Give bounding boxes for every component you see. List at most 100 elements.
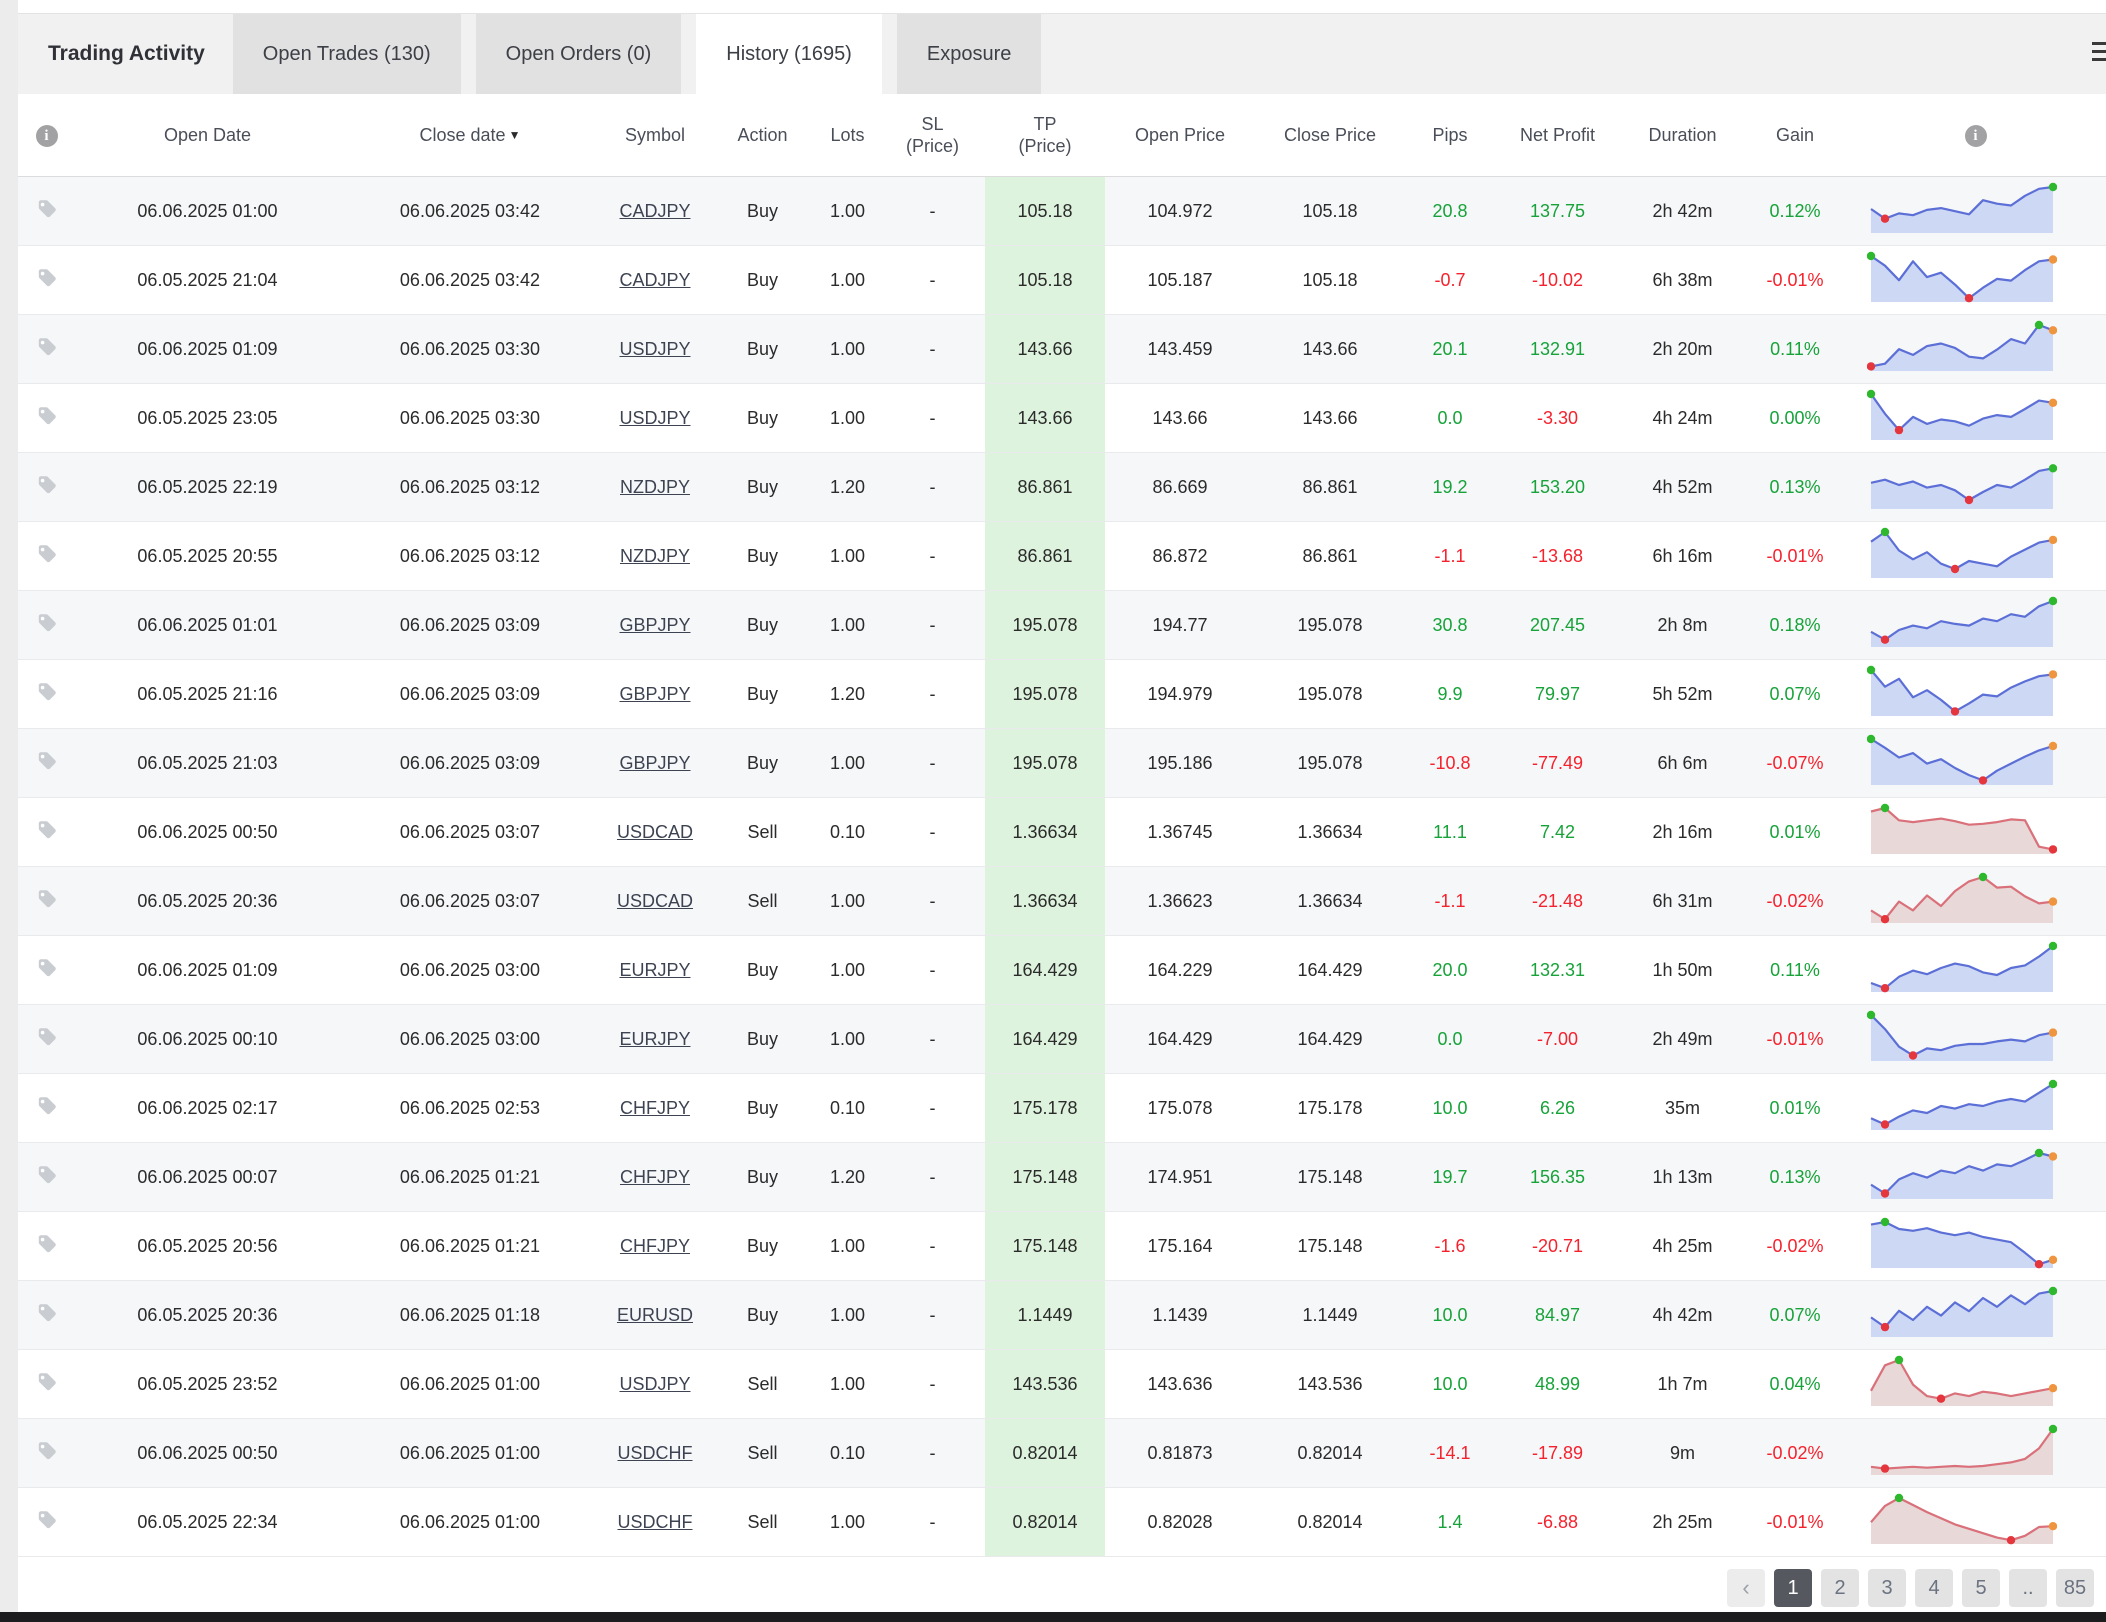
chart-cell xyxy=(1845,1350,2106,1419)
action-cell: Buy xyxy=(710,729,815,798)
lots-cell: 1.00 xyxy=(815,315,880,384)
header-lots[interactable]: Lots xyxy=(815,94,880,177)
header-close-price[interactable]: Close Price xyxy=(1255,94,1405,177)
lots-cell: 1.20 xyxy=(815,660,880,729)
tag-icon[interactable] xyxy=(35,542,59,566)
tag-icon[interactable] xyxy=(35,818,59,842)
header-pips[interactable]: Pips xyxy=(1405,94,1495,177)
symbol-link[interactable]: CHFJPY xyxy=(620,1236,690,1256)
tag-icon[interactable] xyxy=(35,197,59,221)
tag-icon[interactable] xyxy=(35,749,59,773)
symbol-cell: EURJPY xyxy=(600,936,710,1005)
symbol-link[interactable]: USDJPY xyxy=(619,408,690,428)
open-date-cell: 06.06.2025 01:00 xyxy=(75,177,340,246)
open-date-cell: 06.05.2025 20:36 xyxy=(75,867,340,936)
header-open-price[interactable]: Open Price xyxy=(1105,94,1255,177)
table-row: 06.05.2025 22:3406.06.2025 01:00USDCHFSe… xyxy=(18,1488,2106,1557)
symbol-link[interactable]: USDCAD xyxy=(617,891,693,911)
trade-sparkline xyxy=(1867,1147,2057,1203)
sl-price-cell: - xyxy=(880,453,985,522)
gain-cell: -0.02% xyxy=(1745,1419,1845,1488)
tag-icon[interactable] xyxy=(35,1232,59,1256)
symbol-link[interactable]: CHFJPY xyxy=(620,1098,690,1118)
symbol-link[interactable]: EURUSD xyxy=(617,1305,693,1325)
tab-trading-activity[interactable]: Trading Activity xyxy=(18,14,233,94)
symbol-link[interactable]: USDJPY xyxy=(619,339,690,359)
symbol-link[interactable]: CADJPY xyxy=(619,201,690,221)
open-date-cell: 06.05.2025 22:34 xyxy=(75,1488,340,1557)
info-icon[interactable]: i xyxy=(36,125,58,147)
header-open-date[interactable]: Open Date xyxy=(75,94,340,177)
sl-price-cell: - xyxy=(880,522,985,591)
symbol-link[interactable]: CHFJPY xyxy=(620,1167,690,1187)
tab-open-orders[interactable]: Open Orders (0) xyxy=(476,14,682,94)
close-price-cell: 1.36634 xyxy=(1255,867,1405,936)
tag-icon[interactable] xyxy=(35,335,59,359)
symbol-link[interactable]: GBPJPY xyxy=(619,753,690,773)
header-net-profit[interactable]: Net Profit xyxy=(1495,94,1620,177)
header-symbol[interactable]: Symbol xyxy=(600,94,710,177)
sl-price-cell: - xyxy=(880,1281,985,1350)
symbol-link[interactable]: NZDJPY xyxy=(620,546,690,566)
symbol-link[interactable]: USDJPY xyxy=(619,1374,690,1394)
tag-cell xyxy=(18,1281,75,1350)
sl-price-cell: - xyxy=(880,660,985,729)
symbol-cell: EURJPY xyxy=(600,1005,710,1074)
header-tp-price[interactable]: TP(Price) xyxy=(985,94,1105,177)
close-price-cell: 175.148 xyxy=(1255,1212,1405,1281)
symbol-link[interactable]: CADJPY xyxy=(619,270,690,290)
menu-hamburger-icon[interactable] xyxy=(2092,42,2106,68)
symbol-link[interactable]: NZDJPY xyxy=(620,477,690,497)
open-price-cell: 104.972 xyxy=(1105,177,1255,246)
info-icon[interactable]: i xyxy=(1965,125,1987,147)
tag-icon[interactable] xyxy=(35,680,59,704)
pagination-page-2[interactable]: 2 xyxy=(1821,1569,1859,1607)
tag-icon[interactable] xyxy=(35,1301,59,1325)
symbol-link[interactable]: USDCHF xyxy=(618,1512,693,1532)
symbol-link[interactable]: USDCHF xyxy=(618,1443,693,1463)
tag-icon[interactable] xyxy=(35,1439,59,1463)
tab-history[interactable]: History (1695) xyxy=(696,14,882,94)
pagination-page-1[interactable]: 1 xyxy=(1774,1569,1812,1607)
symbol-link[interactable]: EURJPY xyxy=(619,1029,690,1049)
chart-cell xyxy=(1845,177,2106,246)
lots-cell: 1.00 xyxy=(815,936,880,1005)
tag-icon[interactable] xyxy=(35,1163,59,1187)
header-sl-price[interactable]: SL(Price) xyxy=(880,94,985,177)
pagination-page-5[interactable]: 5 xyxy=(1962,1569,2000,1607)
tag-icon[interactable] xyxy=(35,266,59,290)
open-date-cell: 06.05.2025 23:52 xyxy=(75,1350,340,1419)
pagination-page-..[interactable]: .. xyxy=(2009,1569,2047,1607)
header-close-date[interactable]: Close date▼ xyxy=(340,94,600,177)
header-gain[interactable]: Gain xyxy=(1745,94,1845,177)
symbol-link[interactable]: GBPJPY xyxy=(619,684,690,704)
tag-cell xyxy=(18,522,75,591)
lots-cell: 1.00 xyxy=(815,522,880,591)
tag-icon[interactable] xyxy=(35,473,59,497)
symbol-link[interactable]: EURJPY xyxy=(619,960,690,980)
tag-icon[interactable] xyxy=(35,1094,59,1118)
tag-icon[interactable] xyxy=(35,611,59,635)
tag-icon[interactable] xyxy=(35,887,59,911)
pagination-page-3[interactable]: 3 xyxy=(1868,1569,1906,1607)
duration-cell: 2h 25m xyxy=(1620,1488,1745,1557)
chart-cell xyxy=(1845,1281,2106,1350)
tag-icon[interactable] xyxy=(35,404,59,428)
close-date-cell: 06.06.2025 01:21 xyxy=(340,1143,600,1212)
header-duration[interactable]: Duration xyxy=(1620,94,1745,177)
tag-icon[interactable] xyxy=(35,956,59,980)
header-action[interactable]: Action xyxy=(710,94,815,177)
action-cell: Sell xyxy=(710,1419,815,1488)
tag-icon[interactable] xyxy=(35,1508,59,1532)
tag-cell xyxy=(18,1419,75,1488)
pagination-prev-button[interactable]: ‹ xyxy=(1727,1569,1765,1607)
pagination-page-85[interactable]: 85 xyxy=(2056,1569,2094,1607)
symbol-link[interactable]: USDCAD xyxy=(617,822,693,842)
tag-icon[interactable] xyxy=(35,1025,59,1049)
chart-cell xyxy=(1845,1143,2106,1212)
tab-open-trades[interactable]: Open Trades (130) xyxy=(233,14,461,94)
tag-icon[interactable] xyxy=(35,1370,59,1394)
symbol-link[interactable]: GBPJPY xyxy=(619,615,690,635)
tab-exposure[interactable]: Exposure xyxy=(897,14,1042,94)
pagination-page-4[interactable]: 4 xyxy=(1915,1569,1953,1607)
